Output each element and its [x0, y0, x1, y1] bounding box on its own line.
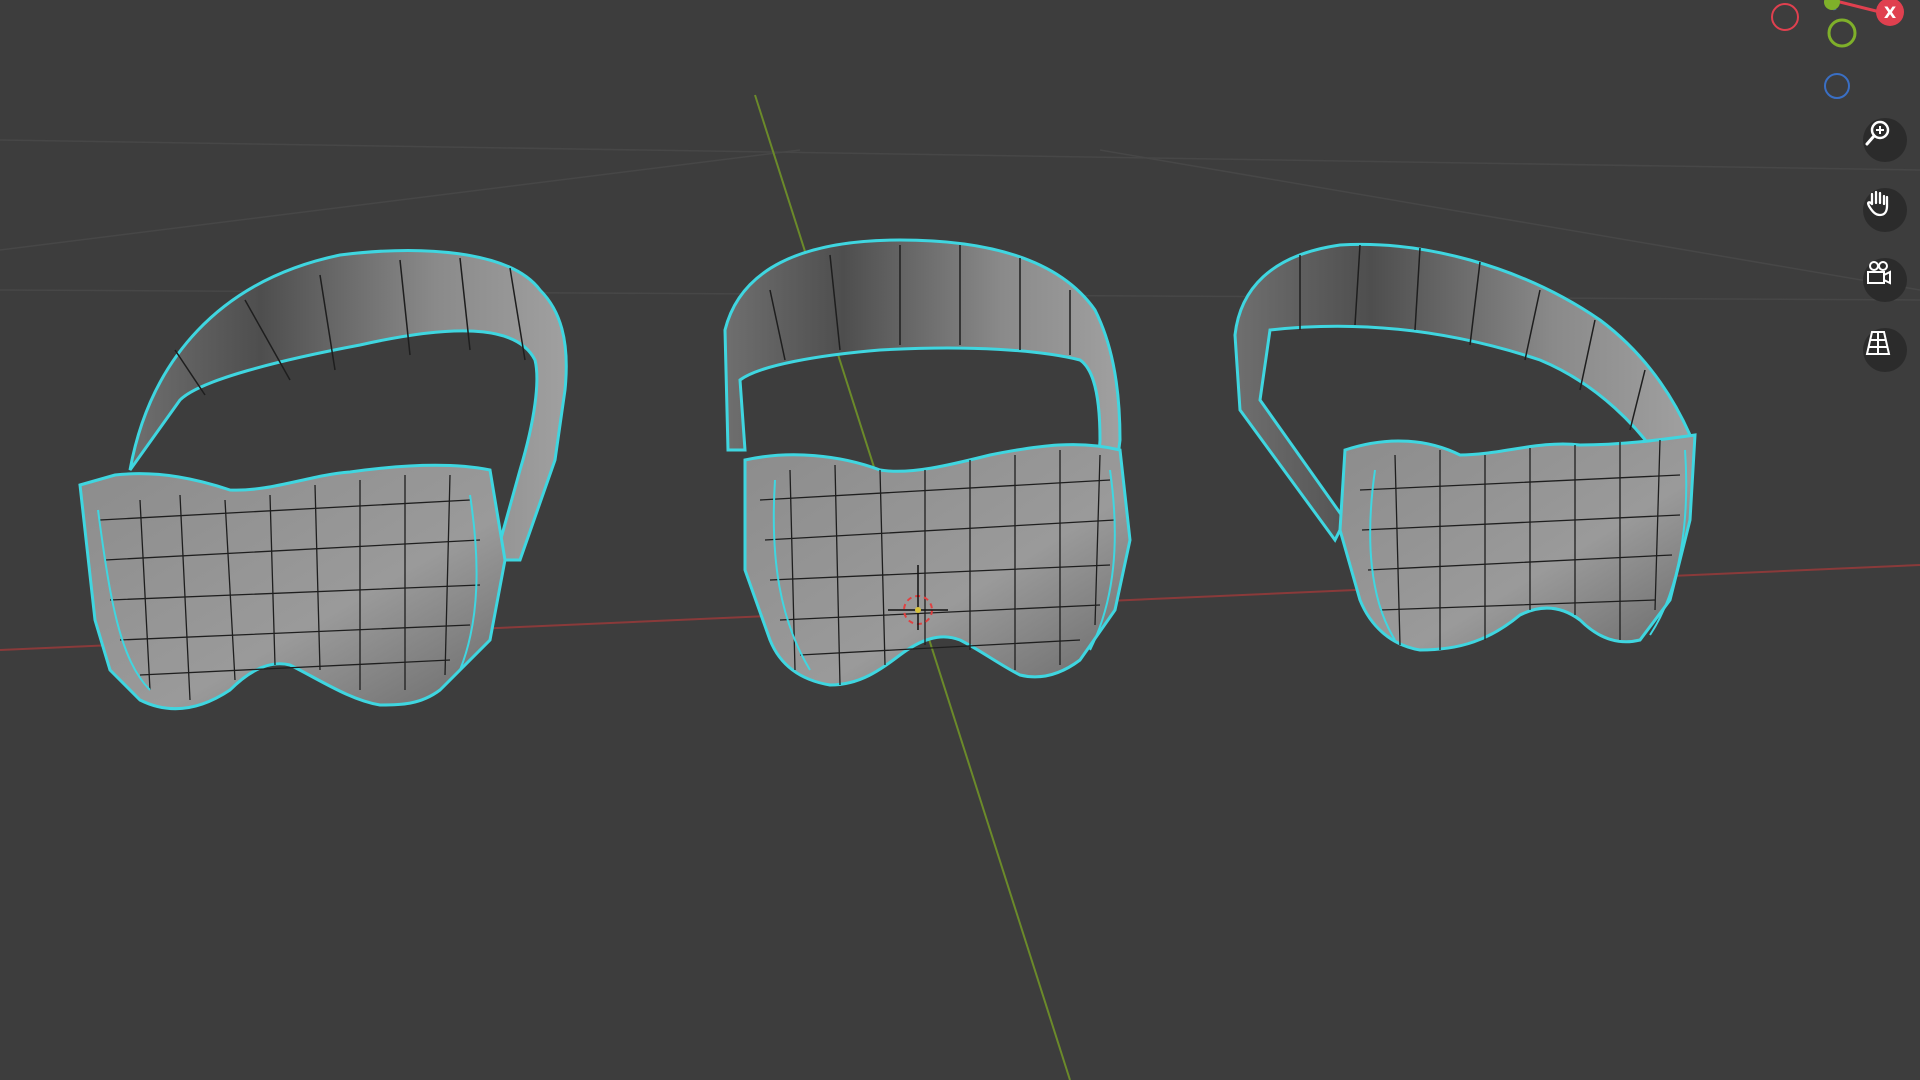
zoom-plus-icon	[1865, 120, 1890, 146]
camera-view-tool[interactable]	[1863, 258, 1907, 302]
3d-viewport[interactable]: X	[0, 0, 1920, 1080]
camera-icon	[1867, 261, 1891, 285]
axis-gizmo[interactable]: X	[1771, 0, 1904, 99]
viewport-scene[interactable]: X	[0, 0, 1920, 1080]
gizmo-neg-z[interactable]	[1824, 73, 1850, 99]
pan-tool[interactable]	[1863, 188, 1907, 232]
gizmo-neg-x[interactable]	[1771, 3, 1799, 31]
hand-icon	[1867, 190, 1889, 217]
gizmo-x-label: X	[1884, 3, 1897, 22]
goggles-center[interactable]	[723, 238, 1132, 687]
perspective-toggle[interactable]	[1863, 328, 1907, 372]
zoom-tool[interactable]	[1863, 118, 1907, 162]
grid-perspective-icon	[1865, 331, 1891, 355]
goggles-right[interactable]	[1233, 242, 1697, 652]
goggles-left[interactable]	[78, 249, 568, 711]
gizmo-y[interactable]	[1827, 18, 1857, 48]
